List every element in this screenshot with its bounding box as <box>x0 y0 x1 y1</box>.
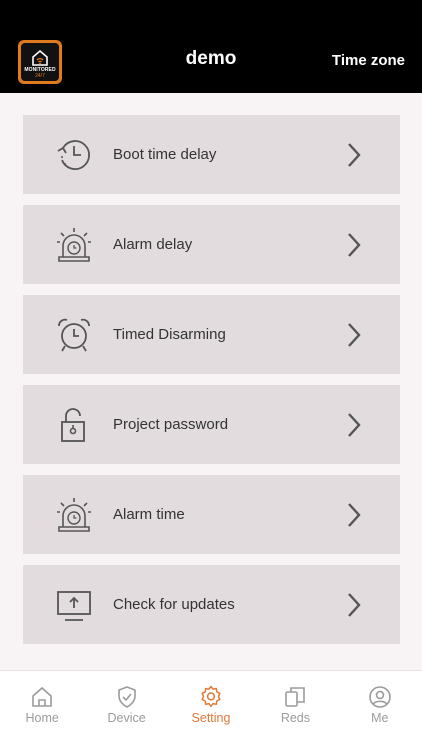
clock-delay-icon <box>57 140 90 170</box>
tab-reds[interactable]: Reds <box>253 671 337 751</box>
devices-icon <box>285 687 306 707</box>
setting-item-alarm-time[interactable]: Alarm time <box>23 475 400 554</box>
tab-me[interactable]: Me <box>338 671 422 751</box>
setting-item-label: Timed Disarming <box>113 326 226 343</box>
setting-item-label: Alarm delay <box>113 236 193 253</box>
tab-home[interactable]: Home <box>0 671 84 751</box>
setting-item-alarm-delay[interactable]: Alarm delay <box>23 205 400 284</box>
alarm-clock-icon <box>58 318 90 352</box>
app-header: MONITORED 24/7 demo Time zone <box>0 0 422 93</box>
alarm-siren-icon <box>57 498 91 532</box>
tab-device[interactable]: Device <box>84 671 168 751</box>
setting-item-project-password[interactable]: Project password <box>23 385 400 464</box>
setting-item-label: Project password <box>113 416 229 433</box>
tab-setting[interactable]: Setting <box>169 671 253 751</box>
setting-item-timed-disarming[interactable]: Timed Disarming <box>23 295 400 374</box>
logo-subtext: 24/7 <box>35 73 45 79</box>
house-wifi-icon <box>32 49 48 66</box>
alarm-siren-icon <box>57 228 91 262</box>
tab-label: Me <box>371 711 389 725</box>
padlock-icon <box>61 408 85 442</box>
chevron-right-icon <box>348 593 361 617</box>
setting-item-boot-time-delay[interactable]: Boot time delay <box>23 115 400 194</box>
tab-label: Device <box>107 711 146 725</box>
shield-check-icon <box>117 686 136 708</box>
time-zone-button[interactable]: Time zone <box>332 52 405 69</box>
chevron-right-icon <box>348 233 361 257</box>
gear-icon <box>201 685 221 708</box>
tab-label: Reds <box>280 711 311 725</box>
chevron-right-icon <box>348 503 361 527</box>
tab-label: Setting <box>191 711 231 725</box>
user-circle-icon <box>369 686 391 708</box>
chevron-right-icon <box>348 143 361 167</box>
chevron-right-icon <box>348 413 361 437</box>
home-icon <box>32 686 53 707</box>
app-logo: MONITORED 24/7 <box>18 40 62 84</box>
setting-item-label: Alarm time <box>113 506 185 523</box>
tab-label: Home <box>25 711 59 725</box>
bottom-tab-bar: Home Device Setting Reds Me <box>0 670 422 751</box>
setting-item-label: Boot time delay <box>113 146 217 163</box>
chevron-right-icon <box>348 323 361 347</box>
settings-list: Boot time delay Alarm delay Timed Disarm… <box>23 115 400 655</box>
monitor-upload-icon <box>57 591 91 621</box>
setting-item-check-for-updates[interactable]: Check for updates <box>23 565 400 644</box>
setting-item-label: Check for updates <box>113 596 235 613</box>
